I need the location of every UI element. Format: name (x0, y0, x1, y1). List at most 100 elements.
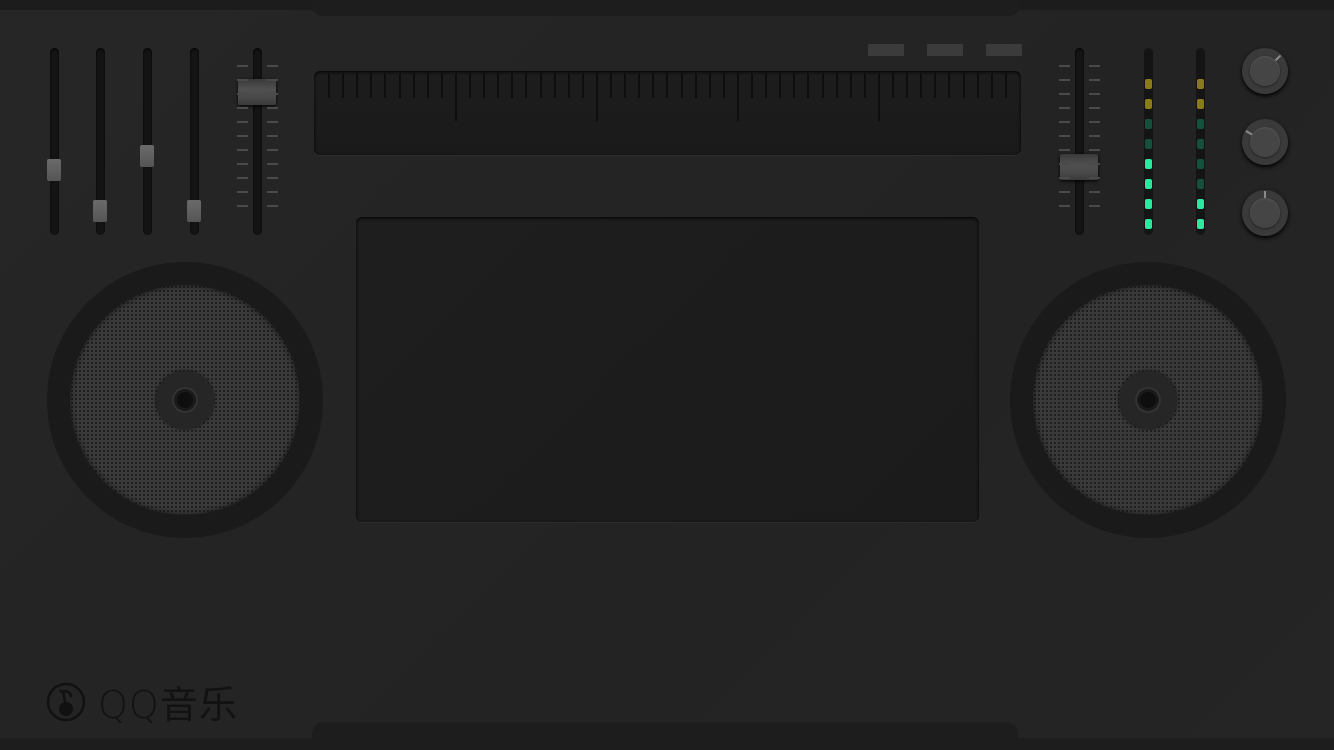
scale-tick (1059, 79, 1070, 81)
ruler-tick (920, 73, 923, 98)
ruler-tick (412, 73, 415, 98)
meter-segment (1197, 159, 1204, 169)
ruler-tick (638, 73, 641, 98)
scale-tick (1089, 65, 1100, 67)
ruler-tick (793, 73, 796, 98)
top-button-3[interactable] (986, 44, 1022, 56)
rotary-knob-2[interactable] (1242, 119, 1288, 165)
ruler-tick (892, 73, 894, 98)
right-pitch-fader[interactable] (1060, 48, 1098, 235)
ruler-tick (469, 73, 471, 98)
ruler-tick (511, 73, 514, 98)
knob-indicator (1274, 54, 1282, 62)
ruler-tick (1004, 73, 1007, 98)
scale-tick (237, 163, 248, 165)
scale-tick (1059, 205, 1070, 207)
scale-tick (1089, 107, 1100, 109)
scale-tick (267, 205, 278, 207)
ruler-tick (821, 73, 824, 98)
fader-handle[interactable] (47, 158, 61, 181)
ruler-tick (539, 73, 542, 98)
scale-tick (237, 177, 248, 179)
scale-tick (237, 93, 248, 95)
timeline-ruler[interactable] (314, 71, 1021, 155)
level-meter-1 (1144, 48, 1153, 235)
ruler-tick (962, 73, 965, 98)
fader-handle[interactable] (93, 199, 107, 222)
scale-tick (1089, 93, 1100, 95)
scale-tick (267, 149, 278, 151)
scale-tick (237, 191, 248, 193)
ruler-tick (553, 73, 556, 98)
ruler-tick (990, 73, 993, 98)
level-meter-2 (1196, 48, 1205, 235)
bottom-notch (312, 722, 1018, 750)
left-turntable[interactable] (47, 262, 323, 538)
meter-segment (1145, 99, 1152, 109)
channel-fader-3[interactable] (140, 48, 154, 235)
ruler-tick (934, 73, 937, 98)
meter-segment (1197, 199, 1204, 209)
fader-handle[interactable] (140, 145, 154, 168)
left-pitch-fader[interactable] (238, 48, 276, 235)
ruler-tick (807, 73, 810, 98)
scale-tick (267, 93, 278, 95)
ruler-tick (581, 73, 584, 98)
ruler-tick (497, 73, 500, 98)
turntable-hub (1119, 371, 1177, 429)
ruler-tick (877, 73, 880, 121)
meter-segment (1197, 119, 1204, 129)
ruler-tick (426, 73, 429, 98)
fader-handle[interactable] (187, 199, 201, 222)
scale-tick (1089, 205, 1100, 207)
ruler-tick (595, 73, 598, 121)
meter-segment (1197, 139, 1204, 149)
scale-tick (267, 177, 278, 179)
ruler-tick (751, 73, 753, 98)
ruler-tick (948, 73, 951, 98)
ruler-tick (652, 73, 655, 98)
ruler-tick (694, 73, 697, 98)
meter-segment (1145, 119, 1152, 129)
channel-fader-2[interactable] (93, 48, 107, 235)
ruler-tick (342, 73, 345, 98)
scale-tick (267, 135, 278, 137)
scale-tick (1059, 93, 1070, 95)
meter-segment (1145, 219, 1152, 229)
top-button-1[interactable] (868, 44, 904, 56)
meter-segment (1197, 99, 1204, 109)
knob-cap (1250, 198, 1280, 228)
ruler-tick (440, 73, 443, 98)
scale-tick (1089, 191, 1100, 193)
ruler-tick (356, 73, 359, 98)
pitch-fader-handle[interactable] (238, 78, 276, 105)
ruler-tick (708, 73, 711, 98)
spindle (1137, 389, 1159, 411)
ruler-tick (722, 73, 725, 98)
scale-tick (1089, 149, 1100, 151)
scale-tick (267, 107, 278, 109)
channel-fader-1[interactable] (47, 48, 61, 235)
rotary-knob-1[interactable] (1242, 48, 1288, 94)
qq-music-logo: QQ音乐 (46, 674, 238, 729)
meter-segment (1145, 139, 1152, 149)
channel-fader-4[interactable] (187, 48, 201, 235)
scale-tick (1059, 149, 1070, 151)
spindle (174, 389, 196, 411)
display-screen (356, 217, 979, 522)
scale-tick (237, 135, 248, 137)
ruler-tick (328, 73, 330, 98)
top-button-2[interactable] (927, 44, 963, 56)
ruler-tick (765, 73, 768, 98)
scale-tick (237, 79, 248, 81)
scale-tick (1089, 135, 1100, 137)
ruler-tick (906, 73, 909, 98)
meter-segment (1145, 79, 1152, 89)
ruler-tick (976, 73, 979, 98)
ruler-tick (525, 73, 528, 98)
right-turntable[interactable] (1010, 262, 1286, 538)
ruler-tick (483, 73, 486, 98)
rotary-knob-3[interactable] (1242, 190, 1288, 236)
music-note-icon (46, 682, 86, 721)
turntable-hub (156, 371, 214, 429)
